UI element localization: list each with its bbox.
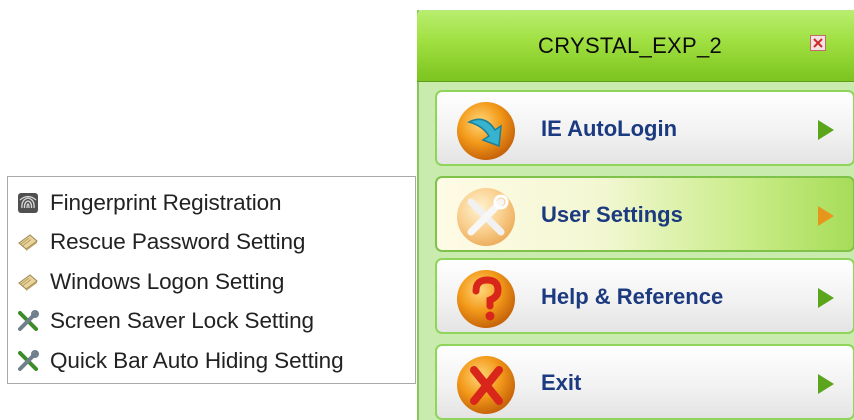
tools-icon <box>18 349 39 371</box>
menu-item-exit[interactable]: Exit <box>435 344 854 420</box>
x-icon <box>457 356 515 414</box>
submenu-item-label: Rescue Password Setting <box>50 229 306 255</box>
chevron-right-icon <box>818 288 834 308</box>
submenu-item-label: Fingerprint Registration <box>50 189 282 215</box>
card-icon <box>18 234 38 252</box>
menu-item-label: Help & Reference <box>541 284 724 309</box>
close-icon <box>813 38 823 48</box>
download-arrow-icon <box>457 102 515 160</box>
question-icon <box>457 270 515 328</box>
main-menu-panel: CRYSTAL_EXP_2 IE AutoLogin User Settings… <box>417 10 854 420</box>
menu-item-help-reference[interactable]: Help & Reference <box>435 258 854 334</box>
menu-item-label: IE AutoLogin <box>541 116 678 141</box>
submenu-item-windows-logon-setting[interactable]: Windows Logon Setting <box>8 262 415 302</box>
submenu-item-screen-saver-lock-setting[interactable]: Screen Saver Lock Setting <box>8 302 415 342</box>
fingerprint-icon <box>18 192 38 213</box>
submenu-item-rescue-password-setting[interactable]: Rescue Password Setting <box>8 223 415 263</box>
submenu-item-fingerprint-registration[interactable]: Fingerprint Registration <box>8 183 415 223</box>
menu-item-label: User Settings <box>541 202 683 227</box>
menu-item-label: Exit <box>541 370 582 395</box>
submenu-item-label: Quick Bar Auto Hiding Setting <box>50 347 344 373</box>
card-icon <box>18 274 38 291</box>
submenu-item-label: Screen Saver Lock Setting <box>50 308 314 334</box>
title-bar[interactable]: CRYSTAL_EXP_2 <box>417 10 854 82</box>
chevron-right-icon <box>818 206 834 226</box>
chevron-right-icon <box>818 120 834 140</box>
submenu-item-quick-bar-auto-hiding-setting[interactable]: Quick Bar Auto Hiding Setting <box>8 341 415 381</box>
tools-icon <box>18 310 39 332</box>
menu-item-user-settings[interactable]: User Settings <box>435 176 854 252</box>
submenu-item-label: Windows Logon Setting <box>50 268 285 294</box>
menu-item-ie-autologin[interactable]: IE AutoLogin <box>435 90 854 166</box>
close-button[interactable] <box>810 35 826 51</box>
panel-title: CRYSTAL_EXP_2 <box>538 33 723 58</box>
tools-icon <box>457 188 515 246</box>
user-settings-submenu: Fingerprint Registration Rescue Password… <box>7 176 416 384</box>
chevron-right-icon <box>818 374 834 394</box>
